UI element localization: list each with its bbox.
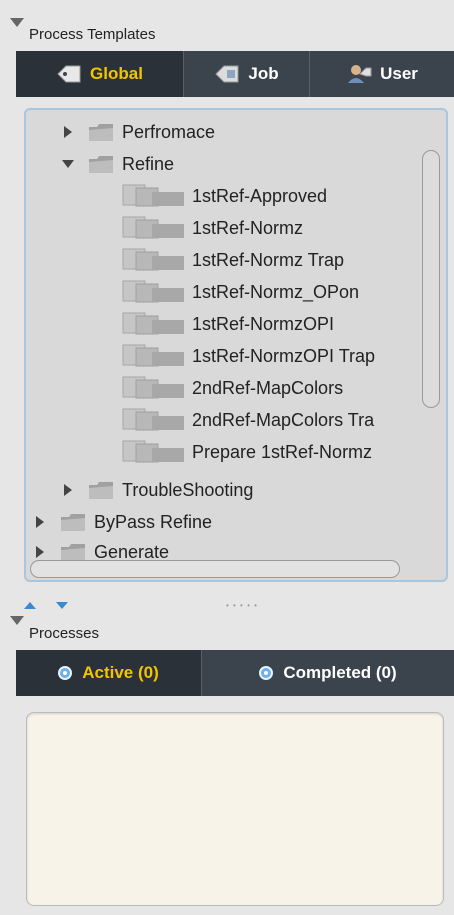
process-templates-title: Process Templates — [29, 26, 156, 43]
collapse-arrow-icon[interactable] — [62, 160, 74, 168]
process-status-tabs: Active (0) Completed (0) — [16, 650, 454, 696]
tree-label: 1stRef-NormzOPI — [192, 313, 335, 334]
tab-completed[interactable]: Completed (0) — [202, 650, 454, 696]
tree-folder-refine[interactable]: Refine — [62, 150, 174, 178]
tree-label: 1stRef-NormzOPI Trap — [192, 345, 376, 366]
tab-completed-label: Completed (0) — [283, 663, 397, 682]
tree-template-item[interactable]: 1stRef-NormzOPI Trap — [122, 342, 375, 370]
collapse-down-icon[interactable] — [56, 602, 68, 609]
process-template-icon — [122, 280, 186, 304]
tree-template-item[interactable]: 2ndRef-MapColors — [122, 374, 343, 402]
drag-handle-icon[interactable]: • • • • • — [226, 601, 258, 610]
process-list-panel[interactable] — [26, 712, 444, 906]
folder-icon — [60, 542, 86, 562]
tree-label: TroubleShooting — [122, 479, 254, 500]
tab-user-label: User — [380, 64, 418, 83]
tree-template-item[interactable]: 1stRef-Approved — [122, 182, 327, 210]
tree-template-item[interactable]: Prepare 1stRef-Normz — [122, 438, 372, 466]
tree-folder-perfromace[interactable]: Perfromace — [64, 118, 215, 146]
template-scope-tabs: Global Job User — [16, 51, 454, 97]
tree-template-item[interactable]: 1stRef-Normz Trap — [122, 246, 344, 274]
folder-icon — [88, 480, 114, 500]
processes-header[interactable]: Processes — [0, 612, 454, 652]
process-template-icon — [122, 376, 186, 400]
tree-label: 1stRef-Approved — [192, 185, 328, 206]
tree-label: ByPass Refine — [94, 511, 213, 532]
tab-user[interactable]: User — [310, 51, 454, 97]
vertical-scrollbar[interactable] — [422, 150, 440, 408]
folder-icon — [88, 122, 114, 142]
tree-label: Refine — [122, 153, 175, 174]
tab-global[interactable]: Global — [16, 51, 184, 97]
process-template-icon — [122, 248, 186, 272]
process-templates-header[interactable]: Process Templates — [0, 12, 454, 52]
tree-label: 1stRef-Normz — [192, 217, 304, 238]
tree-template-item[interactable]: 1stRef-Normz_OPon — [122, 278, 359, 306]
folder-icon — [88, 154, 114, 174]
tab-global-label: Global — [90, 64, 143, 83]
process-template-icon — [122, 216, 186, 240]
collapse-triangle-icon[interactable] — [10, 616, 24, 625]
process-template-icon — [122, 408, 186, 432]
job-tag-icon — [214, 65, 240, 83]
expand-arrow-icon[interactable] — [64, 484, 72, 496]
tree-template-item[interactable]: 2ndRef-MapColors Tra — [122, 406, 374, 434]
radio-dot-icon — [58, 666, 73, 680]
tree-template-item[interactable]: 1stRef-NormzOPI — [122, 310, 334, 338]
expand-arrow-icon[interactable] — [64, 126, 72, 138]
template-tree-panel[interactable]: Perfromace Refine 1stRef-Approved 1stRef… — [24, 108, 448, 582]
processes-title: Processes — [29, 625, 100, 642]
tab-job[interactable]: Job — [184, 51, 310, 97]
tree-label: 2ndRef-MapColors Tra — [192, 409, 375, 430]
tab-active-label: Active (0) — [82, 663, 159, 682]
tag-icon — [56, 65, 82, 83]
tree-template-item[interactable]: 1stRef-Normz — [122, 214, 303, 242]
tree-folder-troubleshooting[interactable]: TroubleShooting — [64, 476, 253, 504]
tab-job-label: Job — [248, 64, 279, 83]
expand-arrow-icon[interactable] — [36, 546, 44, 558]
tree-label: 1stRef-Normz Trap — [192, 249, 345, 270]
expand-up-icon[interactable] — [24, 602, 36, 609]
tab-active[interactable]: Active (0) — [16, 650, 202, 696]
tree-folder-bypass-refine[interactable]: ByPass Refine — [36, 508, 212, 536]
tree-label: 1stRef-Normz_OPon — [192, 281, 360, 302]
tree-label: Prepare 1stRef-Normz — [192, 441, 373, 462]
collapse-triangle-icon[interactable] — [10, 18, 24, 27]
process-template-icon — [122, 312, 186, 336]
process-template-icon — [122, 440, 186, 464]
user-tag-icon — [346, 64, 372, 84]
tree-label: Perfromace — [122, 121, 216, 142]
horizontal-scrollbar[interactable] — [30, 560, 400, 578]
process-template-icon — [122, 344, 186, 368]
folder-icon — [60, 512, 86, 532]
tree-label: 2ndRef-MapColors — [192, 377, 344, 398]
process-template-icon — [122, 184, 186, 208]
expand-arrow-icon[interactable] — [36, 516, 44, 528]
radio-dot-icon — [259, 666, 274, 680]
